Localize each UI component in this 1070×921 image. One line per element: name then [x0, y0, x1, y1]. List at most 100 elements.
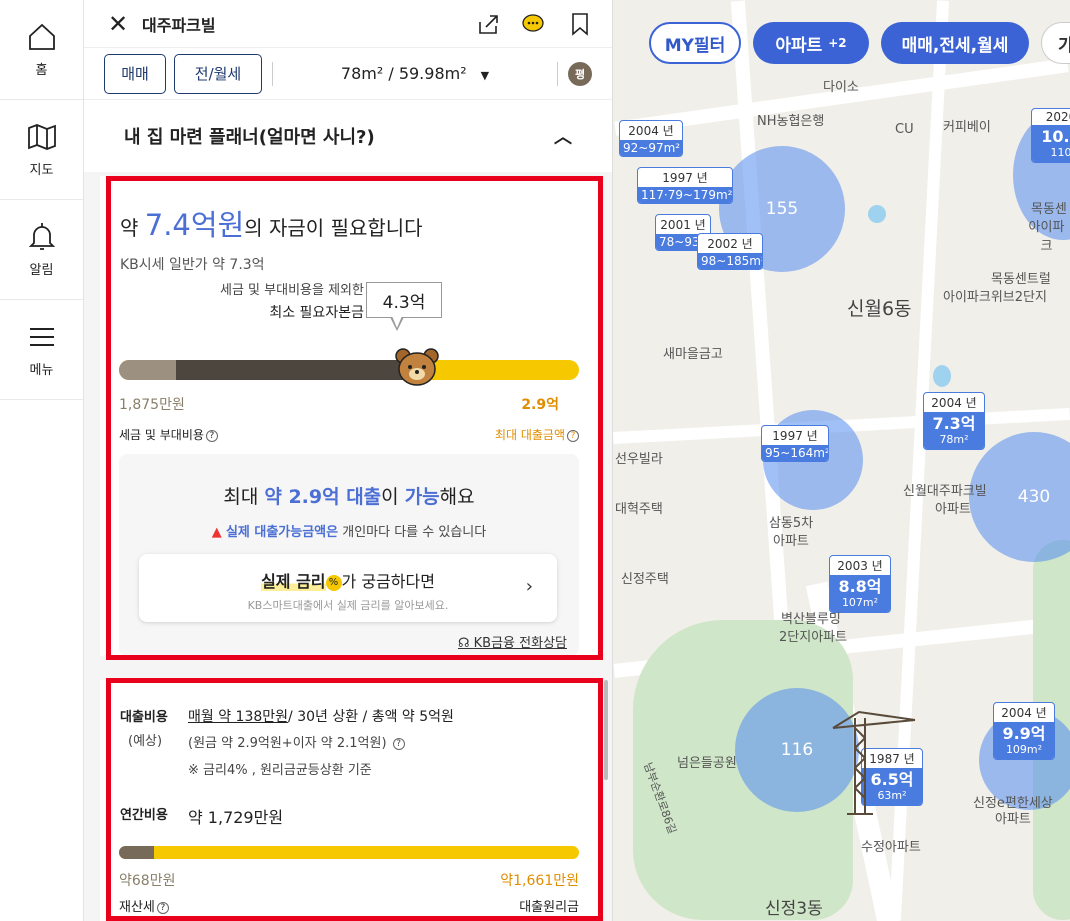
marker-price: 95~164m² [762, 445, 828, 461]
poi-cu: CU [895, 122, 914, 137]
scrollbar[interactable] [604, 680, 608, 780]
chat-icon[interactable] [522, 12, 546, 36]
poi-sinjeong: 신정주택 [621, 572, 669, 587]
marker-price: 92~97m² [620, 140, 682, 156]
poi-byeoksan-a: 벽산블루밍 [781, 612, 841, 627]
apt-marker[interactable]: 1997 년 117·79~179m² [637, 167, 733, 204]
marker-year: 1997 년 [772, 429, 818, 443]
more-filter-label: 가 [1058, 35, 1070, 56]
poi-mokdong-b: 아이파크 [1028, 220, 1065, 254]
close-icon[interactable]: ✕ [108, 10, 134, 38]
marker-area: 109m² [1005, 743, 1043, 756]
poi-nh-bank: NH농협은행 [757, 114, 825, 129]
detail-panel: ✕ 대주파크빌 매매 전/월세 78m² / 59.98m² ▼ 평 내 집 마련… [84, 0, 613, 921]
poi-mokdong-d: 아이파크위브2단지 [943, 290, 1047, 305]
more-filter-button[interactable]: 가 [1041, 22, 1070, 64]
planner-section-header[interactable]: 내 집 마련 플래너(얼마면 사니?) ︿ [84, 100, 612, 172]
poi-samdong-b: 아파트 [773, 534, 809, 549]
poi-sunwoo: 선우빌라 [615, 452, 663, 467]
highlight-box-fund [106, 176, 603, 660]
rail-map[interactable]: 지도 [0, 100, 83, 200]
marker-year: 2004 년 [1001, 706, 1047, 720]
chevron-up-icon[interactable]: ︿ [554, 123, 572, 149]
marker-year: 2004 년 [628, 124, 674, 138]
share-icon[interactable] [476, 12, 500, 36]
page-title: 대주파크빌 [142, 15, 216, 35]
poi-daeju-a: 신월대주파크빌 [903, 484, 987, 499]
bookmark-icon[interactable] [568, 12, 592, 36]
marker-price-box: 7.3억 78m² [924, 412, 984, 449]
apt-marker[interactable]: 2002 년 98~185m² [697, 233, 763, 270]
marker-year: 2001 년 [660, 218, 706, 232]
marker-area: 107m² [841, 596, 879, 609]
map-icon [27, 124, 56, 150]
rail-menu-label: 메뉴 [29, 363, 54, 378]
left-rail: 홈 지도 알림 메뉴 [0, 0, 84, 921]
divider [557, 61, 558, 86]
poi-samdong-a: 삼동5차 [769, 516, 814, 531]
apartment-filter-count: +2 [828, 36, 847, 50]
rail-home-label: 홈 [35, 63, 48, 78]
apartment-filter-button[interactable]: 아파트 +2 [753, 22, 869, 64]
area-value: 78m² / 59.98m² [340, 64, 467, 83]
highlight-box-cost [106, 678, 603, 921]
marker-year: 2003 년 [837, 559, 883, 573]
marker-year: 1997 년 [662, 171, 708, 185]
apt-marker[interactable]: 2004 년 92~97m² [619, 120, 683, 157]
rail-map-label: 지도 [29, 163, 54, 178]
marker-price-box: 10.3110 [1032, 125, 1070, 162]
poi-daeju-b: 아파트 [935, 502, 971, 517]
panel-header: ✕ 대주파크빌 [84, 0, 612, 48]
my-filter-label: MY필터 [664, 35, 726, 56]
poi-coffee: 커피베이 [943, 120, 991, 135]
poi-mokdong-c: 목동센트럴 [991, 272, 1051, 287]
marker-year: 2004 년 [931, 396, 977, 410]
marker-year: 2002 년 [707, 237, 753, 251]
marker-price: 7.3억 [932, 414, 976, 433]
rail-menu[interactable]: 메뉴 [0, 300, 83, 400]
unit-toggle-icon[interactable]: 평 [568, 61, 592, 86]
bell-icon [28, 223, 55, 250]
rail-alert[interactable]: 알림 [0, 200, 83, 300]
apt-marker-price[interactable]: 2003 년 8.8억 107m² [829, 555, 891, 613]
menu-icon [29, 328, 54, 346]
planner-title: 내 집 마련 플래너(얼마면 사니?) [124, 127, 375, 148]
poi-sujeong: 수정아파트 [861, 840, 921, 855]
sale-button[interactable]: 매매 [104, 53, 166, 94]
marker-price: 8.8억 [838, 577, 882, 596]
district-label: 신월6동 [847, 298, 912, 320]
trade-type-filter-button[interactable]: 매매,전세,월세 [881, 22, 1029, 64]
poi-mokdong-a: 목동센 [1031, 202, 1067, 217]
marker-price: 98~185m² [698, 253, 762, 269]
map-view[interactable]: MY필터 아파트 +2 매매,전세,월세 가 155 430 116 2004 년… [613, 0, 1070, 921]
caret-down-icon: ▼ [480, 69, 490, 82]
rail-alert-label: 알림 [29, 263, 54, 278]
marker-price: 9.9억 [1002, 724, 1046, 743]
apt-marker-price[interactable]: 2004 년 9.9억 109m² [993, 702, 1055, 760]
crane-icon [832, 710, 916, 815]
apt-marker[interactable]: 1997 년 95~164m² [761, 425, 829, 462]
poi-daehyeok: 대혁주택 [615, 502, 663, 517]
poi-daiso: 다이소 [823, 80, 859, 95]
trade-type-filter-label: 매매,전세,월세 [901, 35, 1009, 56]
poi-byeoksan-b: 2단지아파트 [779, 630, 848, 645]
home-icon [28, 23, 55, 50]
apartment-filter-label: 아파트 [775, 35, 823, 56]
marker-price-box: 9.9억 109m² [994, 722, 1054, 759]
pond [933, 365, 951, 387]
trade-filter-bar: 매매 전/월세 78m² / 59.98m² ▼ 평 [84, 48, 612, 100]
marker-area: 78m² [939, 433, 969, 446]
marker-price: 117·79~179m² [638, 187, 732, 203]
apt-marker-price[interactable]: 2004 년 7.3억 78m² [923, 392, 985, 450]
apt-marker-price[interactable]: 202010.3110 [1031, 108, 1070, 163]
my-filter-button[interactable]: MY필터 [649, 22, 741, 64]
marker-price: 10.3 [1041, 127, 1070, 146]
marker-year: 2020 [1045, 110, 1070, 124]
marker-price-box: 8.8억 107m² [830, 575, 890, 612]
area-select[interactable]: 78m² / 59.98m² ▼ [283, 64, 547, 83]
poi-park: 넘은들공원 [677, 756, 737, 771]
district-label-bottom: 신정3동 [765, 899, 823, 919]
rail-home[interactable]: 홈 [0, 0, 83, 100]
poi-esh-b: 아파트 [995, 812, 1031, 827]
rent-button[interactable]: 전/월세 [174, 53, 262, 94]
